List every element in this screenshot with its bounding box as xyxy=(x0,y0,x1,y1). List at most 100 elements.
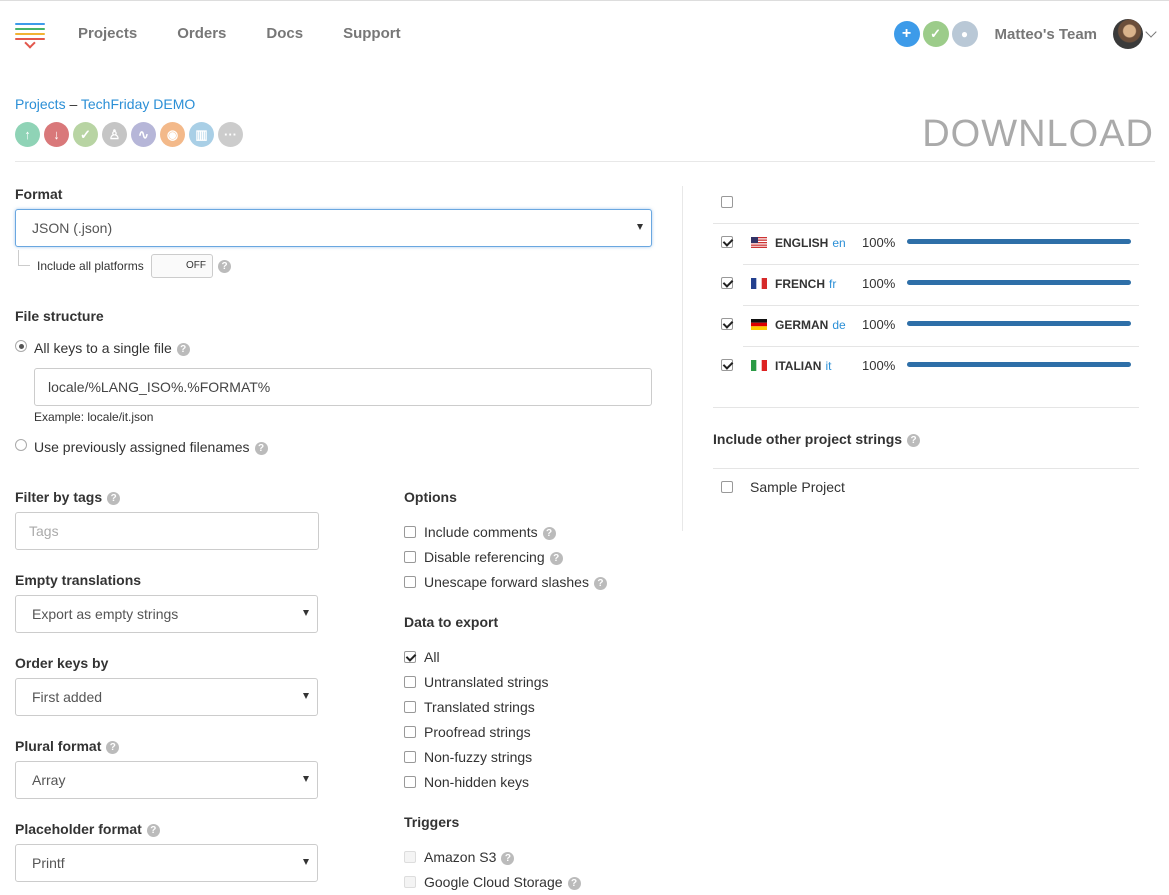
help-icon[interactable]: ? xyxy=(106,740,120,754)
proofread-checkbox[interactable] xyxy=(404,726,416,738)
add-icon[interactable]: + xyxy=(893,21,920,47)
disable-referencing-label: Disable referencing? xyxy=(424,549,563,565)
help-icon[interactable]: ? xyxy=(218,260,231,273)
help-icon[interactable]: ? xyxy=(146,823,160,837)
help-icon[interactable]: ? xyxy=(907,433,921,447)
chevron-down-icon xyxy=(303,693,309,699)
activity-icon[interactable]: ∿ xyxy=(131,122,156,147)
breadcrumb-project[interactable]: TechFriday DEMO xyxy=(81,96,195,112)
empty-translations-value: Export as empty strings xyxy=(32,606,179,622)
help-icon[interactable]: ? xyxy=(567,876,581,890)
language-name-it[interactable]: ITALIAN it xyxy=(775,359,831,373)
help-icon[interactable]: ? xyxy=(501,851,515,865)
placeholder-format-select[interactable]: Printf xyxy=(15,844,318,882)
export-all-label: All xyxy=(424,649,440,665)
order-keys-label: Order keys by xyxy=(15,655,109,671)
unescape-slashes-checkbox[interactable] xyxy=(404,576,416,588)
help-icon[interactable]: ? xyxy=(593,576,607,590)
file-structure-label: File structure xyxy=(15,308,104,324)
help-icon[interactable]: ? xyxy=(176,342,190,356)
plural-format-value: Array xyxy=(32,772,66,788)
glossary-icon[interactable]: ▥ xyxy=(189,122,214,147)
file-path-input[interactable]: locale/%LANG_ISO%.%FORMAT% xyxy=(34,368,652,406)
language-percent-it: 100% xyxy=(862,358,896,373)
placeholder-format-label: Placeholder format? xyxy=(15,821,160,837)
translated-label: Translated strings xyxy=(424,699,535,715)
untranslated-checkbox[interactable] xyxy=(404,676,416,688)
language-checkbox-de[interactable] xyxy=(721,318,733,330)
order-keys-select[interactable]: First added xyxy=(15,678,318,716)
language-name-en[interactable]: ENGLISH en xyxy=(775,236,846,250)
previous-filenames-radio[interactable] xyxy=(15,439,27,451)
contributors-icon[interactable]: ♙ xyxy=(102,122,127,147)
download-icon[interactable]: ↓ xyxy=(44,122,69,147)
team-name[interactable]: Matteo's Team xyxy=(995,26,1097,43)
language-percent-en: 100% xyxy=(862,235,896,250)
section-divider xyxy=(713,407,1139,408)
chevron-down-icon[interactable] xyxy=(1145,26,1157,38)
non-hidden-checkbox[interactable] xyxy=(404,776,416,788)
fr-flag-icon xyxy=(751,278,767,289)
check-icon[interactable]: ✓ xyxy=(922,21,949,47)
chat-icon[interactable]: ● xyxy=(951,21,978,47)
single-file-radio[interactable] xyxy=(15,340,27,352)
amazon-s3-checkbox[interactable] xyxy=(404,851,416,863)
avatar[interactable] xyxy=(1113,19,1143,49)
page-title: DOWNLOAD xyxy=(922,113,1154,155)
breadcrumb: Projects – TechFriday DEMO xyxy=(15,96,195,112)
breadcrumb-projects[interactable]: Projects xyxy=(15,96,66,112)
previous-filenames-label: Use previously assigned filenames? xyxy=(34,439,268,455)
plural-format-select[interactable]: Array xyxy=(15,761,318,799)
toggle-state: OFF xyxy=(186,260,206,271)
empty-translations-label: Empty translations xyxy=(15,572,142,588)
export-all-checkbox[interactable] xyxy=(404,651,416,663)
nav-docs[interactable]: Docs xyxy=(266,25,303,42)
sample-project-label: Sample Project xyxy=(750,479,845,495)
language-percent-fr: 100% xyxy=(862,276,896,291)
include-comments-label: Include comments? xyxy=(424,524,556,540)
chevron-down-icon xyxy=(303,776,309,782)
nav-orders[interactable]: Orders xyxy=(177,25,226,42)
tags-input[interactable]: Tags xyxy=(15,512,319,550)
include-platforms-label: Include all platforms xyxy=(37,259,144,273)
more-icon[interactable]: ··· xyxy=(218,122,243,147)
language-checkbox-fr[interactable] xyxy=(721,277,733,289)
row-divider xyxy=(743,305,1139,306)
help-icon[interactable]: ? xyxy=(107,491,121,505)
include-platforms-toggle[interactable]: OFF xyxy=(151,254,213,278)
proofread-label: Proofread strings xyxy=(424,724,531,740)
check-icon[interactable]: ✓ xyxy=(73,122,98,147)
untranslated-label: Untranslated strings xyxy=(424,674,549,690)
language-checkbox-it[interactable] xyxy=(721,359,733,371)
help-icon[interactable]: ? xyxy=(549,551,563,565)
non-fuzzy-checkbox[interactable] xyxy=(404,751,416,763)
gcs-label: Google Cloud Storage? xyxy=(424,874,581,890)
data-export-label: Data to export xyxy=(404,614,499,630)
chevron-down-icon xyxy=(303,859,309,865)
upload-icon[interactable]: ↑ xyxy=(15,122,40,147)
screenshots-icon[interactable]: ◉ xyxy=(160,122,185,147)
progress-bar-fr xyxy=(907,280,1131,285)
logo-icon[interactable] xyxy=(15,23,45,49)
breadcrumb-separator: – xyxy=(65,96,81,112)
nav-support[interactable]: Support xyxy=(343,25,401,42)
empty-translations-select[interactable]: Export as empty strings xyxy=(15,595,318,633)
sample-project-checkbox[interactable] xyxy=(721,481,733,493)
help-icon[interactable]: ? xyxy=(254,441,268,455)
tree-connector xyxy=(18,250,30,266)
gcs-checkbox[interactable] xyxy=(404,876,416,888)
row-divider xyxy=(713,223,1139,224)
disable-referencing-checkbox[interactable] xyxy=(404,551,416,563)
path-example: Example: locale/it.json xyxy=(34,410,154,424)
plural-format-label: Plural format? xyxy=(15,738,120,754)
language-name-de[interactable]: GERMAN de xyxy=(775,318,846,332)
translated-checkbox[interactable] xyxy=(404,701,416,713)
format-select[interactable]: JSON (.json) xyxy=(15,209,652,247)
nav-projects[interactable]: Projects xyxy=(78,25,137,42)
language-name-fr[interactable]: FRENCH fr xyxy=(775,277,836,291)
select-all-languages-checkbox[interactable] xyxy=(721,196,733,208)
help-icon[interactable]: ? xyxy=(542,526,556,540)
section-divider xyxy=(713,468,1139,469)
include-comments-checkbox[interactable] xyxy=(404,526,416,538)
language-checkbox-en[interactable] xyxy=(721,236,733,248)
